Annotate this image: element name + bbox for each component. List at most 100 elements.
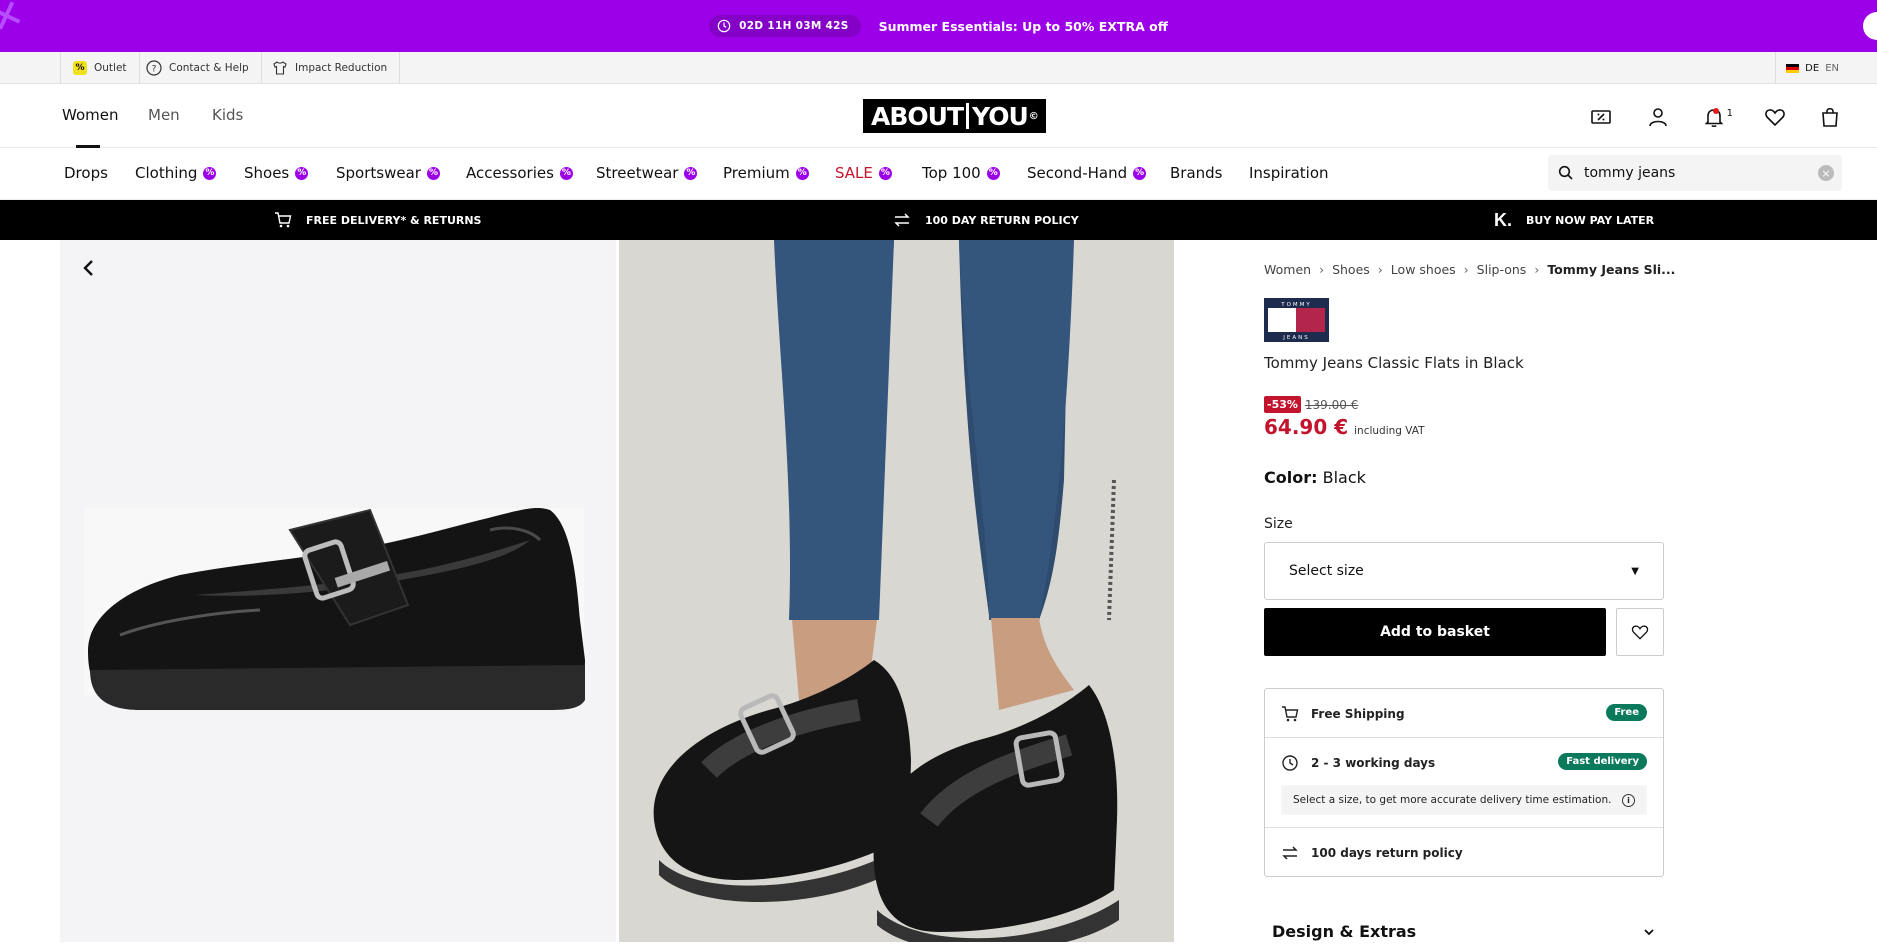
notifications-button[interactable]: 1: [1701, 104, 1733, 130]
basket-button[interactable]: [1817, 104, 1843, 130]
heart-icon: [1765, 109, 1785, 127]
category-label: SALE: [835, 164, 873, 182]
breadcrumb: Women › Shoes › Low shoes › Slip-ons › Tommy…: [1264, 262, 1675, 277]
sale-badge-icon: %: [878, 166, 892, 180]
heart-icon: [1631, 625, 1649, 640]
breadcrumb-current: Tommy Jeans Sli...: [1547, 262, 1676, 277]
contact-help-link[interactable]: ? Contact & Help: [134, 52, 262, 84]
sale-badge-icon: %: [203, 166, 217, 180]
breadcrumb-low-shoes[interactable]: Low shoes: [1391, 262, 1456, 277]
category-shoes[interactable]: Shoes%: [244, 164, 309, 182]
category-label: Clothing: [135, 164, 198, 182]
utility-bar: % Outlet ? Contact & Help Impact Reducti…: [0, 52, 1877, 84]
category-label: Sportswear: [336, 164, 421, 182]
category-label: Brands: [1170, 164, 1223, 182]
promo-text[interactable]: Summer Essentials: Up to 50% EXTRA off: [879, 19, 1168, 34]
sale-badge-icon: %: [295, 166, 309, 180]
add-to-basket-button[interactable]: Add to basket: [1264, 608, 1606, 656]
model-wearing-shoes-image: [619, 240, 1174, 942]
clear-search-icon[interactable]: ×: [1818, 165, 1834, 181]
voucher-icon: [1591, 110, 1611, 124]
promo-banner[interactable]: ✕ 02D 11H 03M 42S Summer Essentials: Up …: [0, 0, 1877, 52]
language-switcher[interactable]: DE EN: [1775, 52, 1839, 84]
clock-icon: [717, 19, 731, 33]
design-extras-label: Design & Extras: [1272, 922, 1417, 941]
category-label: Drops: [64, 164, 108, 182]
chevron-right-icon: ›: [1534, 262, 1540, 277]
delivery-time-row: 2 - 3 working days Fast delivery: [1265, 738, 1663, 787]
account-button[interactable]: [1645, 104, 1671, 130]
category-inspiration[interactable]: Inspiration: [1249, 164, 1329, 182]
return-arrows-icon: [894, 213, 910, 227]
wishlist-button[interactable]: [1762, 104, 1788, 130]
usp-returns-text: 100 DAY RETURN POLICY: [925, 213, 1079, 227]
breadcrumb-women[interactable]: Women: [1264, 262, 1311, 277]
breadcrumb-slip-ons[interactable]: Slip-ons: [1477, 262, 1527, 277]
gender-men[interactable]: Men: [148, 106, 180, 124]
size-label: Size: [1264, 516, 1293, 532]
category-label: Inspiration: [1249, 164, 1329, 182]
impact-reduction-link[interactable]: Impact Reduction: [260, 52, 401, 84]
tommy-jeans-brand-logo[interactable]: TOMMY JEANS: [1264, 298, 1329, 342]
color-label: Color:: [1264, 468, 1318, 487]
delivery-info-box: Free Shipping Free 2 - 3 working days Fa…: [1264, 688, 1664, 877]
lang-en[interactable]: EN: [1825, 63, 1839, 74]
sale-badge-icon: %: [426, 166, 440, 180]
chevron-right-icon: ›: [1377, 262, 1383, 277]
category-clothing[interactable]: Clothing%: [135, 164, 217, 182]
chevron-right-icon: ›: [1319, 262, 1325, 277]
sale-badge-icon: %: [684, 166, 698, 180]
add-to-wishlist-button[interactable]: [1616, 608, 1664, 656]
fast-delivery-tag: Fast delivery: [1558, 753, 1647, 770]
breadcrumb-shoes[interactable]: Shoes: [1332, 262, 1370, 277]
category-sale[interactable]: SALE%: [835, 164, 892, 182]
usp-bar: FREE DELIVERY* & RETURNS 100 DAY RETURN …: [0, 200, 1877, 240]
category-drops[interactable]: Drops: [64, 164, 108, 182]
category-brands[interactable]: Brands: [1170, 164, 1223, 182]
size-select-placeholder: Select size: [1289, 563, 1364, 579]
delivery-estimate-note: Select a size, to get more accurate deli…: [1281, 785, 1647, 815]
bag-icon: [1822, 107, 1838, 127]
sale-badge-icon: %: [795, 166, 809, 180]
category-premium[interactable]: Premium%: [723, 164, 809, 182]
back-arrow-icon[interactable]: [80, 258, 98, 278]
info-icon[interactable]: i: [1622, 793, 1635, 807]
color-value: Black: [1322, 468, 1366, 487]
size-select[interactable]: Select size ▼: [1264, 542, 1664, 600]
product-image-packshot[interactable]: [60, 240, 616, 942]
price-row: 64.90 € including VAT: [1264, 415, 1425, 439]
search-field[interactable]: tommy jeans ×: [1548, 155, 1842, 191]
usp-delivery: FREE DELIVERY* & RETURNS: [274, 200, 481, 240]
outlet-link[interactable]: % Outlet: [60, 52, 140, 84]
discount-row: -53% 139.00 €: [1264, 396, 1358, 413]
lang-de[interactable]: DE: [1805, 63, 1819, 74]
promo-decoration: ✕: [0, 0, 31, 45]
contact-help-label: Contact & Help: [169, 62, 249, 74]
gender-kids[interactable]: Kids: [212, 106, 243, 124]
category-sportswear[interactable]: Sportswear%: [336, 164, 440, 182]
about-you-logo[interactable]: ABOUT YOU ©: [863, 99, 1046, 133]
original-price: 139.00 €: [1304, 397, 1359, 412]
category-accessories[interactable]: Accessories%: [466, 164, 573, 182]
category-second-hand[interactable]: Second-Hand%: [1027, 164, 1147, 182]
main-header: Women Men Kids ABOUT YOU © 1: [0, 84, 1877, 148]
category-streetwear[interactable]: Streetwear%: [596, 164, 698, 182]
voucher-button[interactable]: [1588, 104, 1614, 130]
usp-delivery-text: FREE DELIVERY* & RETURNS: [306, 213, 482, 227]
gender-women[interactable]: Women: [62, 106, 118, 124]
klarna-icon: K.: [1494, 209, 1512, 230]
category-label: Premium: [723, 164, 790, 182]
cart-icon: [275, 212, 292, 228]
percent-icon: %: [73, 61, 87, 75]
promo-decoration-right: [1863, 12, 1877, 40]
logo-mark: ©: [1028, 110, 1039, 122]
sale-badge-icon: %: [986, 166, 1000, 180]
design-extras-accordion[interactable]: Design & Extras: [1272, 922, 1656, 941]
discount-badge: -53%: [1264, 396, 1301, 413]
user-icon: [1649, 108, 1667, 127]
search-input[interactable]: tommy jeans: [1584, 165, 1675, 181]
category-top-100[interactable]: Top 100%: [922, 164, 1000, 182]
category-label: Shoes: [244, 164, 290, 182]
clock-icon: [1282, 754, 1298, 771]
product-image-model[interactable]: [619, 240, 1174, 942]
